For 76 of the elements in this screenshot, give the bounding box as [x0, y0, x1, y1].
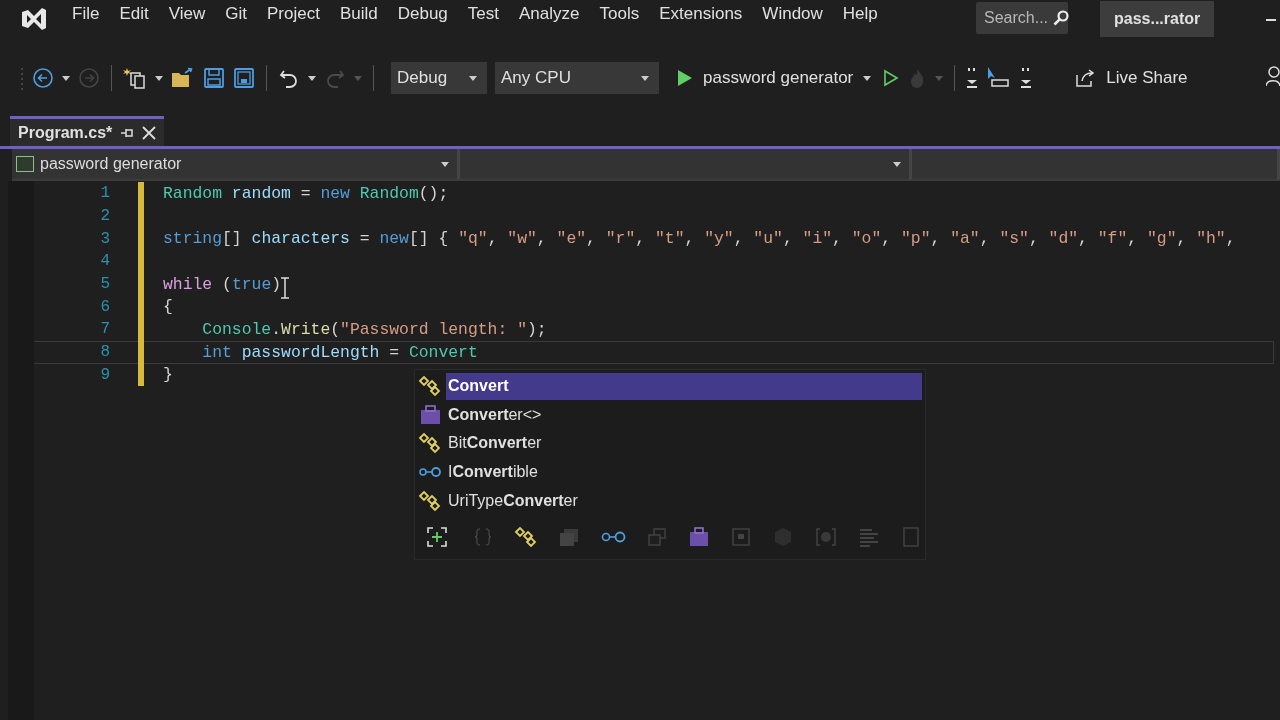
menu-item[interactable]: Window: [756, 2, 837, 26]
line-number: 5: [99, 275, 110, 294]
platform-dropdown[interactable]: Any CPU: [495, 62, 659, 94]
code-line: Console.Write("Password length: ");: [201, 319, 547, 339]
code-line: Random random = new Random();: [163, 183, 449, 203]
person-icon[interactable]: [1266, 66, 1280, 88]
caret-icon[interactable]: [155, 75, 163, 81]
caret-icon[interactable]: [308, 75, 316, 81]
caret-icon: [469, 75, 477, 81]
search-field[interactable]: Search...: [976, 2, 1068, 34]
completion-item[interactable]: BitConverter: [446, 430, 922, 457]
line-number: 6: [99, 297, 110, 316]
struct-filter-icon[interactable]: [688, 525, 710, 548]
start-button[interactable]: password generator: [673, 68, 876, 88]
pin-icon[interactable]: [120, 126, 135, 139]
new-item-icon[interactable]: [123, 66, 147, 90]
caret-icon: [863, 75, 872, 81]
menu-item[interactable]: Debug: [391, 2, 462, 26]
search-icon: [1052, 9, 1071, 27]
caret-icon: [441, 161, 449, 167]
live-share-button[interactable]: Live Share: [1068, 67, 1194, 89]
project-dropdown[interactable]: password generator: [12, 149, 460, 179]
line-number: 9: [99, 365, 110, 384]
grip-icon: [20, 66, 24, 90]
minimize-icon[interactable]: [1266, 18, 1276, 22]
save-icon[interactable]: [203, 67, 225, 89]
step-icon[interactable]: [1020, 66, 1033, 90]
caret-icon: [893, 161, 901, 167]
menu-item[interactable]: File: [66, 2, 114, 26]
document-tab[interactable]: Program.cs*: [10, 116, 165, 146]
line-number: 2: [99, 207, 110, 226]
menu-item[interactable]: Project: [261, 2, 334, 26]
tab-label: Program.cs*: [18, 123, 113, 142]
menu-item[interactable]: Extensions: [653, 2, 757, 26]
play-icon: [677, 69, 693, 87]
caret-icon: [641, 75, 649, 81]
line-number: 3: [99, 229, 110, 248]
class-filter-icon[interactable]: [514, 525, 538, 548]
menu-item[interactable]: Tools: [593, 2, 654, 26]
class-icon: [418, 489, 442, 512]
code-line: }: [163, 365, 173, 385]
code-line: {: [163, 297, 173, 317]
text-cursor-icon: [280, 277, 290, 299]
line-number: 1: [99, 184, 110, 203]
line-number: 4: [99, 252, 110, 271]
completion-item[interactable]: IConvertible: [446, 458, 922, 486]
caret-icon[interactable]: [62, 75, 70, 81]
menu-item[interactable]: Help: [836, 2, 892, 26]
close-icon[interactable]: [142, 125, 157, 140]
line-number: 7: [99, 320, 110, 339]
play-outline-icon[interactable]: [883, 69, 900, 87]
save-all-icon[interactable]: [233, 67, 255, 89]
menu-item[interactable]: Analyze: [513, 2, 594, 26]
briefcase-icon: [418, 403, 442, 426]
open-folder-icon[interactable]: [171, 67, 195, 89]
back-icon[interactable]: [32, 67, 54, 89]
solution-name-button[interactable]: pass...rator: [1100, 1, 1215, 37]
step-icon[interactable]: [966, 66, 979, 90]
menu-item[interactable]: Edit: [113, 2, 163, 26]
completion-item[interactable]: Converter<>: [446, 401, 922, 429]
completion-item[interactable]: UriTypeConverter: [446, 487, 922, 515]
configuration-dropdown[interactable]: Debug: [391, 62, 487, 94]
class-icon: [418, 375, 442, 398]
menu-item[interactable]: Git: [219, 2, 261, 26]
expand-icon[interactable]: [426, 525, 448, 548]
completion-item[interactable]: Convert: [446, 372, 922, 400]
class-icon: [418, 432, 442, 455]
menu-item[interactable]: View: [162, 2, 220, 26]
menu-item[interactable]: Test: [461, 2, 513, 26]
share-icon: [1074, 68, 1097, 88]
code-line: string[] characters = new[] { "q", "w", "e", "r", "t", "y", "u", "i", "o", "p", "a", "s", "d", "f", "g", "h",: [163, 229, 1236, 249]
csharp-file-icon: [16, 156, 34, 172]
code-line: while (true): [163, 274, 282, 294]
line-number: 8: [99, 343, 110, 362]
menu-item[interactable]: Build: [333, 2, 392, 26]
code-line: int passwordLength = Convert: [201, 342, 478, 362]
